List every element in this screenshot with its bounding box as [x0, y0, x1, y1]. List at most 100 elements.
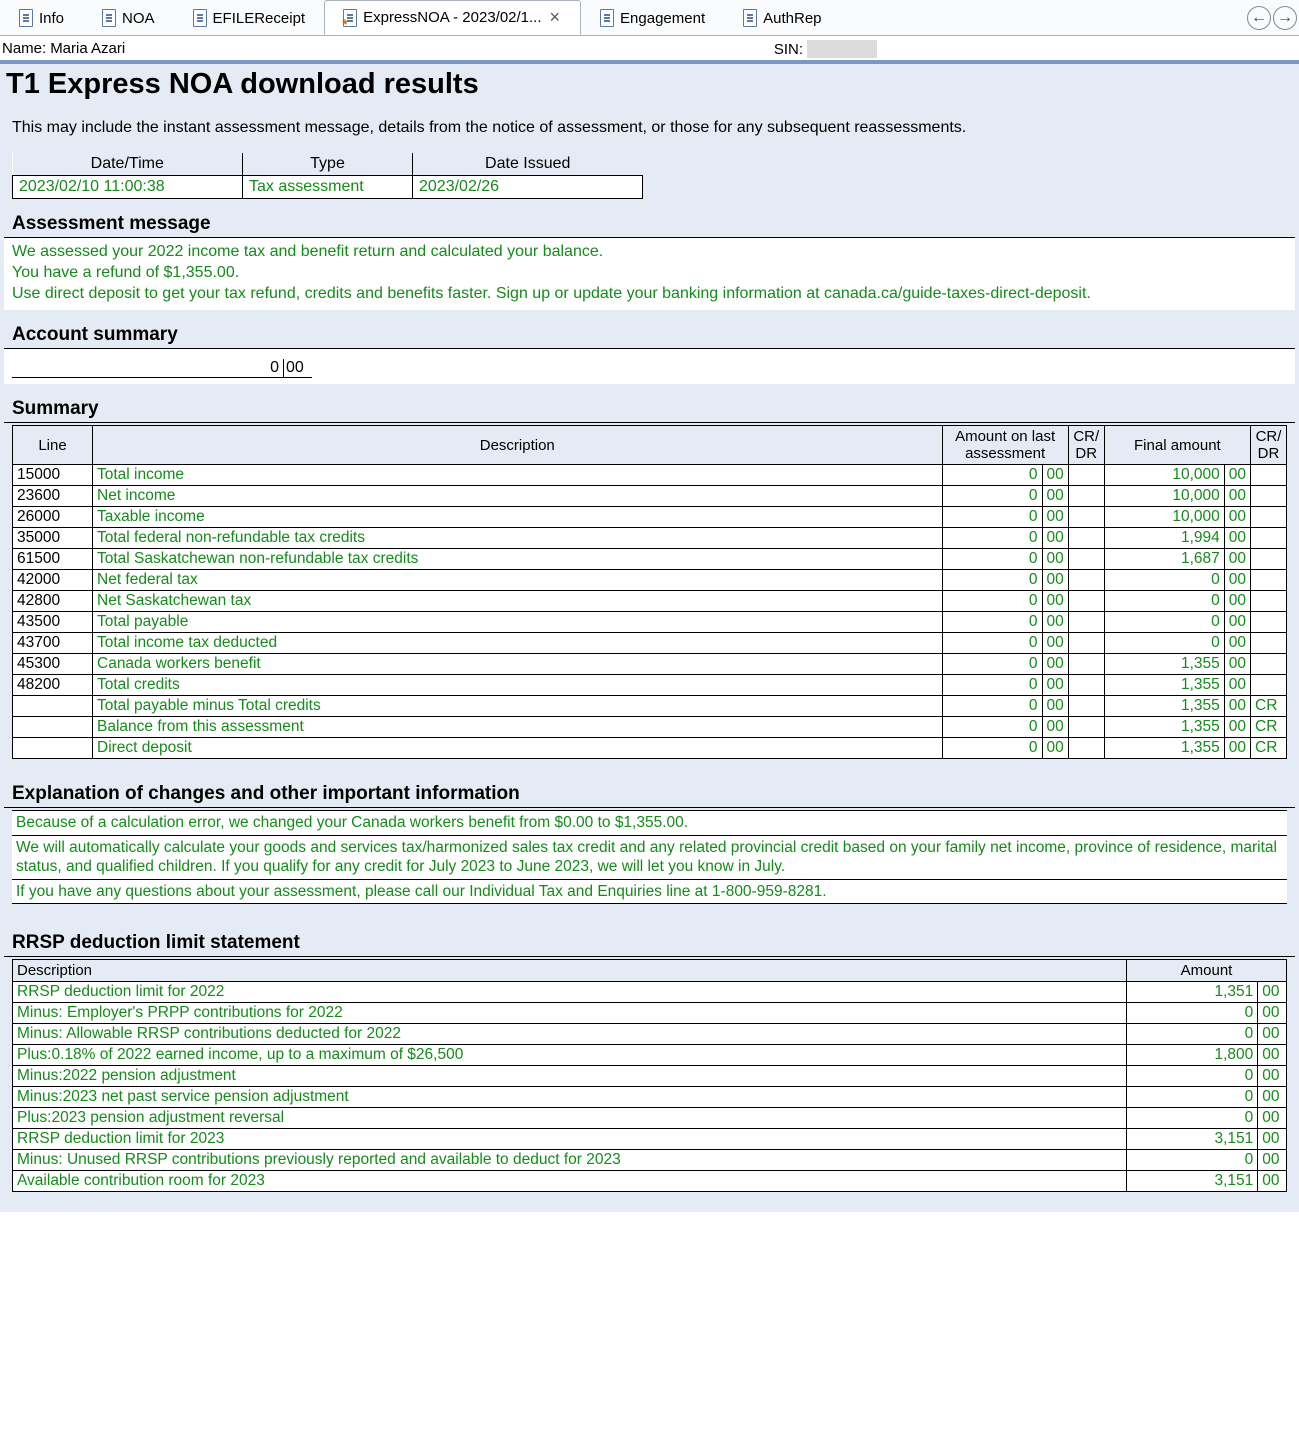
col-datetime: Date/Time: [13, 153, 243, 176]
cell-final-crdr: [1251, 612, 1287, 633]
table-row: Minus:2023 net past service pension adju…: [13, 1086, 1287, 1107]
table-row: RRSP deduction limit for 20233,15100: [13, 1128, 1287, 1149]
cell-line: [13, 738, 93, 759]
table-row: 23600Net income00010,00000: [13, 486, 1287, 507]
cell-crdr: [1068, 591, 1104, 612]
table-row: 26000Taxable income00010,00000: [13, 507, 1287, 528]
cell-final-dec: 00: [1224, 549, 1250, 570]
account-summary-heading: Account summary: [4, 320, 1295, 349]
summary-table: Line Description Amount on last assessme…: [12, 425, 1287, 759]
cell-amount-dec: 00: [1258, 1149, 1287, 1170]
col-final-amount: Final amount: [1104, 426, 1250, 465]
amount-dec: 00: [284, 359, 312, 377]
cell-last-int: 0: [942, 696, 1042, 717]
cell-amount-int: 3,151: [1127, 1128, 1258, 1149]
cell-final-dec: 00: [1224, 507, 1250, 528]
cell-last-dec: 00: [1042, 633, 1068, 654]
close-icon[interactable]: ×: [548, 7, 563, 28]
cell-crdr: [1068, 675, 1104, 696]
cell-final-crdr: [1251, 591, 1287, 612]
cell-description: Minus: Employer's PRPP contributions for…: [13, 1002, 1127, 1023]
tab-efilereceipt[interactable]: EFILEReceipt: [174, 0, 325, 35]
cell-amount-dec: 00: [1258, 1044, 1287, 1065]
table-row: Minus: Unused RRSP contributions previou…: [13, 1149, 1287, 1170]
cell-last-dec: 00: [1042, 486, 1068, 507]
table-row: 15000Total income00010,00000: [13, 465, 1287, 486]
cell-final-crdr: CR: [1251, 696, 1287, 717]
cell-amount-dec: 00: [1258, 1002, 1287, 1023]
cell-amount-dec: 00: [1258, 1128, 1287, 1149]
cell-last-dec: 00: [1042, 696, 1068, 717]
cell-final-crdr: [1251, 507, 1287, 528]
cell-line: 42000: [13, 570, 93, 591]
cell-line: 35000: [13, 528, 93, 549]
cell-description: Total payable: [93, 612, 943, 633]
col-crdr: CR/ DR: [1068, 426, 1104, 465]
col-date-issued: Date Issued: [413, 153, 643, 176]
cell-last-int: 0: [942, 738, 1042, 759]
tab-bar: Info NOA EFILEReceipt ExpressNOA - 2023/…: [0, 0, 1299, 36]
file-icon: [743, 9, 757, 27]
cell-amount-int: 1,800: [1127, 1044, 1258, 1065]
nav-back-button[interactable]: ←: [1247, 6, 1271, 30]
table-row: Total payable minus Total credits0001,35…: [13, 696, 1287, 717]
name-label: Name:: [2, 40, 46, 58]
table-row: RRSP deduction limit for 20221,35100: [13, 981, 1287, 1002]
cell-crdr: [1068, 696, 1104, 717]
cell-description: RRSP deduction limit for 2023: [13, 1128, 1127, 1149]
cell-line: 26000: [13, 507, 93, 528]
table-row: Minus: Employer's PRPP contributions for…: [13, 1002, 1287, 1023]
cell-description: Total Saskatchewan non-refundable tax cr…: [93, 549, 943, 570]
assessment-message-heading: Assessment message: [4, 209, 1295, 238]
assessment-line: You have a refund of $1,355.00.: [12, 264, 239, 281]
cell-crdr: [1068, 507, 1104, 528]
meta-datetime: 2023/02/10 11:00:38: [13, 176, 243, 199]
table-row: Minus:2022 pension adjustment000: [13, 1065, 1287, 1086]
table-row: 61500Total Saskatchewan non-refundable t…: [13, 549, 1287, 570]
table-row: 35000Total federal non-refundable tax cr…: [13, 528, 1287, 549]
table-row: 43700Total income tax deducted000000: [13, 633, 1287, 654]
cell-crdr: [1068, 528, 1104, 549]
file-modified-icon: [343, 9, 357, 27]
nav-forward-button[interactable]: →: [1273, 6, 1297, 30]
cell-description: Direct deposit: [93, 738, 943, 759]
tab-info[interactable]: Info: [0, 0, 83, 35]
cell-final-dec: 00: [1224, 675, 1250, 696]
cell-description: Taxable income: [93, 507, 943, 528]
table-row: 42000Net federal tax000000: [13, 570, 1287, 591]
cell-line: [13, 696, 93, 717]
cell-line: 61500: [13, 549, 93, 570]
assessment-meta-table: Date/Time Type Date Issued 2023/02/10 11…: [12, 153, 643, 199]
cell-final-int: 0: [1104, 633, 1224, 654]
cell-description: Total payable minus Total credits: [93, 696, 943, 717]
page-title: T1 Express NOA download results: [4, 68, 1295, 101]
col-description: Description: [13, 959, 1127, 981]
table-row: Direct deposit0001,35500CR: [13, 738, 1287, 759]
cell-final-int: 1,355: [1104, 675, 1224, 696]
cell-description: RRSP deduction limit for 2022: [13, 981, 1127, 1002]
tab-label: Info: [39, 10, 64, 27]
table-row: 42800Net Saskatchewan tax000000: [13, 591, 1287, 612]
explain-line: If you have any questions about your ass…: [12, 880, 1287, 904]
cell-line: [13, 717, 93, 738]
cell-description: Minus:2022 pension adjustment: [13, 1065, 1127, 1086]
tab-authrep[interactable]: AuthRep: [724, 0, 840, 35]
name-value: Maria Azari: [50, 40, 125, 58]
file-icon: [19, 9, 33, 27]
cell-description: Plus:2023 pension adjustment reversal: [13, 1107, 1127, 1128]
cell-description: Total income tax deducted: [93, 633, 943, 654]
cell-final-int: 10,000: [1104, 486, 1224, 507]
cell-last-int: 0: [942, 549, 1042, 570]
tab-noa[interactable]: NOA: [83, 0, 174, 35]
cell-crdr: [1068, 612, 1104, 633]
cell-amount-int: 0: [1127, 1002, 1258, 1023]
cell-final-crdr: CR: [1251, 738, 1287, 759]
tab-label: NOA: [122, 10, 155, 27]
cell-crdr: [1068, 654, 1104, 675]
cell-last-dec: 00: [1042, 507, 1068, 528]
cell-last-dec: 00: [1042, 549, 1068, 570]
tab-expressnoa[interactable]: ExpressNOA - 2023/02/1... ×: [324, 0, 581, 35]
cell-last-int: 0: [942, 570, 1042, 591]
cell-crdr: [1068, 570, 1104, 591]
tab-engagement[interactable]: Engagement: [581, 0, 724, 35]
